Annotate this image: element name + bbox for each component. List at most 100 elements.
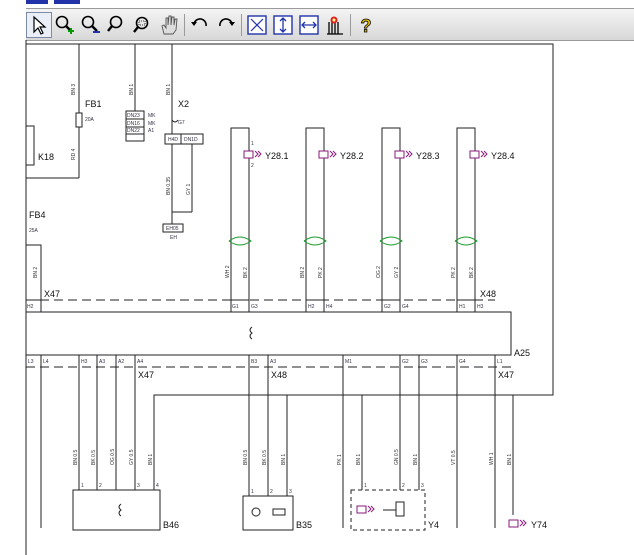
zoom-in-icon[interactable] bbox=[52, 12, 78, 38]
rotate-back-icon[interactable] bbox=[187, 12, 213, 38]
wire-label: BK 0.5 bbox=[91, 450, 97, 465]
zoom-out-icon[interactable] bbox=[78, 12, 104, 38]
x48-pin: G2 bbox=[384, 304, 391, 310]
component-locate-icon[interactable] bbox=[322, 12, 348, 38]
zoom-window-icon[interactable] bbox=[130, 12, 156, 38]
x48-top-label: X48 bbox=[480, 289, 496, 299]
x48-pin: H4 bbox=[326, 304, 333, 310]
a25-pin: G4 bbox=[459, 359, 466, 365]
twisted-pair-marker bbox=[303, 236, 327, 246]
wire-label: BK 2 bbox=[243, 267, 249, 278]
x2-ref-label: EH bbox=[170, 235, 177, 241]
wire-label: BN 3 bbox=[71, 84, 77, 95]
b46-label: B46 bbox=[163, 520, 179, 530]
toolbar-separator bbox=[184, 13, 185, 36]
x47-right-label: X47 bbox=[498, 370, 514, 380]
x48-bottom-label: X48 bbox=[271, 370, 287, 380]
y28-2-solenoid[interactable] bbox=[318, 150, 337, 159]
wire-label: PK 2 bbox=[318, 267, 324, 278]
y74-solenoid[interactable] bbox=[508, 519, 527, 528]
fb1-rating: 20A bbox=[85, 117, 95, 123]
toolbar: ? bbox=[26, 8, 634, 41]
wiring-diagram-canvas[interactable]: FB1 20A FB4 25A K18 X2 G7 EH EH05 H4D DN… bbox=[0, 40, 634, 555]
x48-pin: H2 bbox=[308, 304, 315, 310]
y28-3-solenoid[interactable] bbox=[394, 150, 413, 159]
help-icon[interactable]: ? bbox=[353, 12, 379, 38]
x2-pin-1: H4D bbox=[168, 137, 178, 143]
wire-label: BN 1 bbox=[129, 84, 135, 95]
b46-pin: 3 bbox=[137, 483, 140, 489]
b35-pin: 3 bbox=[289, 489, 292, 495]
b46-sensor[interactable] bbox=[72, 489, 161, 531]
x48-pin: G1 bbox=[232, 304, 239, 310]
x2-block-1: DN23 bbox=[127, 113, 140, 119]
b46-pin: 4 bbox=[156, 483, 159, 489]
y4-label: Y4 bbox=[428, 520, 439, 530]
pan-hand-icon[interactable] bbox=[156, 12, 182, 38]
wire-label: BN 1 bbox=[166, 84, 172, 95]
wire-label: PK 1 bbox=[337, 454, 343, 465]
y28-pin-1: 1 bbox=[251, 141, 254, 147]
wire-label: PK 2 bbox=[451, 267, 457, 278]
twisted-pair-marker bbox=[454, 236, 478, 246]
a25-label: A25 bbox=[514, 348, 530, 358]
a25-pin: L3 bbox=[28, 359, 34, 365]
wire-label: BN 1 bbox=[281, 454, 287, 465]
y28-1-solenoid[interactable] bbox=[243, 150, 262, 159]
y4-pin: 3 bbox=[421, 483, 424, 489]
rotate-forward-icon[interactable] bbox=[213, 12, 239, 38]
x2-block-6: A1 bbox=[148, 128, 154, 134]
svg-text:?: ? bbox=[361, 16, 372, 36]
a25-pin: G2 bbox=[402, 359, 409, 365]
wire-label: GN 0.5 bbox=[394, 449, 400, 465]
a25-pin: B3 bbox=[251, 359, 257, 365]
top-title-strip bbox=[26, 0, 80, 4]
fit-width-icon[interactable] bbox=[296, 12, 322, 38]
twisted-pair-marker bbox=[379, 236, 403, 246]
twisted-pair-marker bbox=[228, 236, 252, 246]
y28-3-label: Y28.3 bbox=[416, 151, 440, 161]
wire-label: BN 1 bbox=[507, 454, 513, 465]
wire-label: VT 0.5 bbox=[451, 450, 457, 465]
x47-pin: H2 bbox=[27, 304, 34, 310]
wire-label: BK 2 bbox=[469, 267, 475, 278]
a25-pin: A4 bbox=[137, 359, 143, 365]
wire-label: WH 1 bbox=[489, 452, 495, 465]
a25-module[interactable] bbox=[25, 311, 512, 356]
b35-pin: 2 bbox=[270, 489, 273, 495]
a25-pin: H3 bbox=[81, 359, 88, 365]
x2-block-3: DN22 bbox=[127, 128, 140, 134]
y74-label: Y74 bbox=[531, 520, 547, 530]
wire-label: OG 0.5 bbox=[110, 449, 116, 465]
x2-pin-2: DN1D bbox=[184, 137, 198, 143]
x2-block-4: MK bbox=[148, 113, 156, 119]
wire-label: BN 0.5 bbox=[73, 449, 79, 465]
y28-2-label: Y28.2 bbox=[340, 151, 364, 161]
a25-pin: L1 bbox=[497, 359, 503, 365]
zoom-icon[interactable] bbox=[104, 12, 130, 38]
fb4-label: FB4 bbox=[29, 210, 46, 220]
a25-pin: A3 bbox=[270, 359, 276, 365]
x48-pin: H3 bbox=[477, 304, 484, 310]
b35-label: B35 bbox=[296, 520, 312, 530]
b35-pin: 1 bbox=[251, 489, 254, 495]
x47-top-label: X47 bbox=[44, 289, 60, 299]
x2-label: X2 bbox=[178, 99, 189, 109]
x2-block-5: MK bbox=[148, 121, 156, 127]
y28-4-label: Y28.4 bbox=[491, 151, 515, 161]
a25-pin: A3 bbox=[99, 359, 105, 365]
fit-window-icon[interactable] bbox=[244, 12, 270, 38]
wire-label: BN 2 bbox=[300, 267, 306, 278]
wire-label: BN 0.35 bbox=[166, 177, 172, 195]
fb4-rating: 25A bbox=[29, 228, 39, 234]
eh-connector-label: EH05 bbox=[166, 226, 179, 232]
y4-pin: 1 bbox=[364, 483, 367, 489]
y28-4-solenoid[interactable] bbox=[469, 150, 488, 159]
wire-label: BN 0.5 bbox=[243, 449, 249, 465]
fb1-fuse[interactable] bbox=[75, 112, 83, 128]
fit-height-icon[interactable] bbox=[270, 12, 296, 38]
wire-label: BN 2 bbox=[33, 267, 39, 278]
toolbar-separator bbox=[350, 13, 351, 36]
k18-relay[interactable] bbox=[26, 125, 35, 166]
select-arrow-icon[interactable] bbox=[26, 11, 52, 38]
